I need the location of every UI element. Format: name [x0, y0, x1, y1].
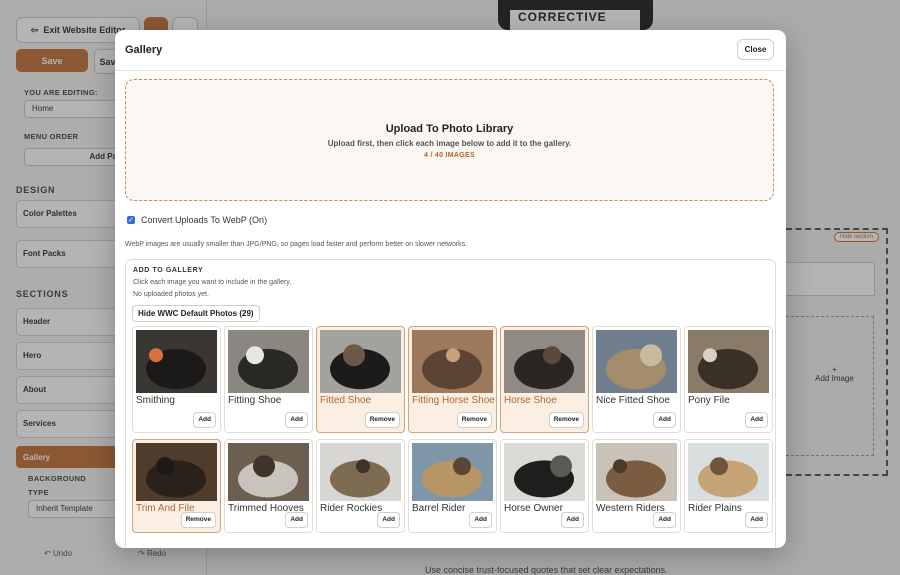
webp-label: Convert Uploads To WebP (On) [141, 215, 268, 225]
photo-caption: Pony File [688, 395, 730, 406]
add-photo-button[interactable]: Add [285, 512, 308, 528]
add-photo-button[interactable]: Add [285, 412, 308, 428]
photo-card[interactable]: Pony File Add [684, 326, 773, 433]
add-photo-button[interactable]: Add [377, 512, 400, 528]
photo-card[interactable]: Rider Plains Add [684, 439, 773, 533]
photo-card[interactable]: Fitting Shoe Add [224, 326, 313, 433]
photo-card[interactable]: Fitting Horse Shoe Remove [408, 326, 497, 433]
remove-photo-button[interactable]: Remove [456, 412, 492, 428]
photo-thumbnail [688, 443, 769, 501]
add-photo-button[interactable]: Add [745, 412, 768, 428]
photo-card[interactable]: Nice Fitted Shoe Add [592, 326, 681, 433]
remove-photo-button[interactable]: Remove [548, 412, 584, 428]
photo-thumbnail [504, 330, 585, 393]
hide-default-photos-button[interactable]: Hide WWC Default Photos (29) [132, 305, 260, 322]
photo-thumbnail [688, 330, 769, 393]
add-photo-button[interactable]: Add [193, 412, 216, 428]
photo-card[interactable]: Smithing Add [132, 326, 221, 433]
upload-title: Upload To Photo Library [385, 123, 514, 135]
add-photo-button[interactable]: Add [653, 412, 676, 428]
photo-card[interactable]: Horse Owner Add [500, 439, 589, 533]
add-photo-button[interactable]: Add [745, 512, 768, 528]
photo-caption: Fitting Horse Shoe [412, 395, 495, 406]
close-button[interactable]: Close [737, 39, 774, 60]
modal-header: Gallery Close [115, 30, 786, 71]
photo-card[interactable]: Barrel Rider Add [408, 439, 497, 533]
add-photo-button[interactable]: Add [561, 512, 584, 528]
photo-card[interactable]: Western Riders Add [592, 439, 681, 533]
photo-card[interactable]: Trim And File Remove [132, 439, 221, 533]
upload-count: 4 / 40 IMAGES [424, 152, 475, 159]
photo-thumbnail [136, 330, 217, 393]
photo-caption: Fitting Shoe [228, 395, 282, 406]
webp-note: WebP images are usually smaller than JPG… [125, 241, 468, 248]
photo-caption: Fitted Shoe [320, 395, 372, 406]
add-photo-button[interactable]: Add [469, 512, 492, 528]
remove-photo-button[interactable]: Remove [180, 512, 216, 528]
webp-toggle[interactable]: ✓ Convert Uploads To WebP (On) [127, 215, 267, 225]
photo-thumbnail [504, 443, 585, 501]
photo-thumbnail [228, 330, 309, 393]
photo-thumbnail [596, 330, 677, 393]
add-photo-button[interactable]: Add [653, 512, 676, 528]
add-to-gallery-subtitle: Click each image you want to include in … [133, 279, 292, 286]
photo-card[interactable]: Trimmed Hooves Add [224, 439, 313, 533]
no-uploads-text: No uploaded photos yet. [133, 291, 209, 298]
upload-subtitle: Upload first, then click each image belo… [327, 139, 572, 148]
gallery-modal: Gallery Close Upload To Photo Library Up… [115, 30, 786, 548]
upload-dropzone[interactable]: Upload To Photo Library Upload first, th… [125, 79, 774, 201]
photo-thumbnail [596, 443, 677, 501]
photo-thumbnail [412, 330, 493, 393]
add-to-gallery-panel: ADD TO GALLERY Click each image you want… [125, 259, 776, 548]
remove-photo-button[interactable]: Remove [364, 412, 400, 428]
photo-thumbnail [320, 443, 401, 501]
webp-checkbox[interactable]: ✓ [127, 216, 135, 224]
photo-card[interactable]: Fitted Shoe Remove [316, 326, 405, 433]
photo-caption: Horse Shoe [504, 395, 557, 406]
photo-card[interactable]: Rider Rockies Add [316, 439, 405, 533]
photo-thumbnail [320, 330, 401, 393]
photo-card[interactable]: Horse Shoe Remove [500, 326, 589, 433]
photo-caption: Smithing [136, 395, 175, 406]
photo-thumbnail [228, 443, 309, 501]
photo-caption: Nice Fitted Shoe [596, 395, 670, 406]
photo-thumbnail [412, 443, 493, 501]
photo-thumbnail [136, 443, 217, 501]
modal-title: Gallery [125, 44, 163, 56]
add-to-gallery-title: ADD TO GALLERY [133, 267, 204, 274]
